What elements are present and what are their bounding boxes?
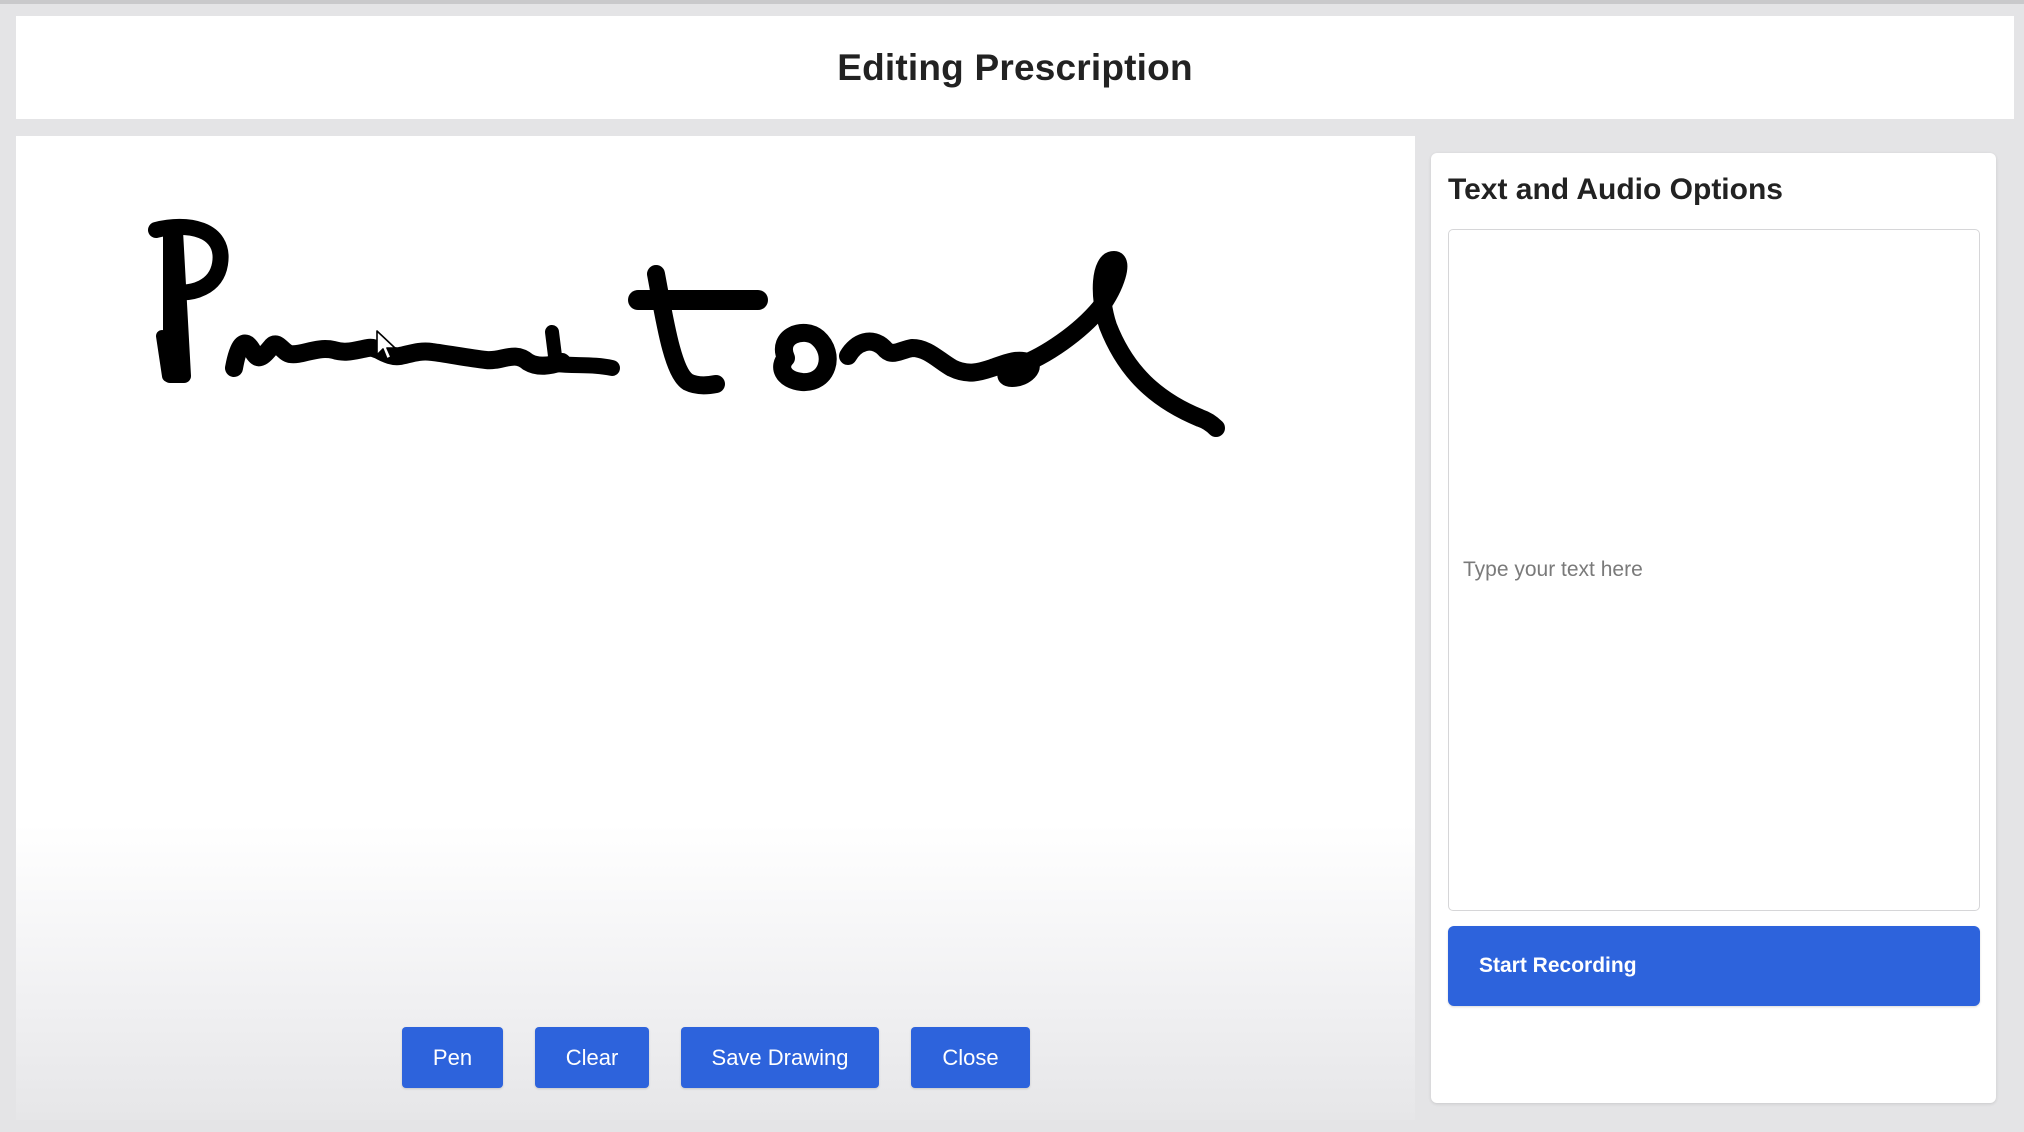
start-recording-button[interactable]: Start Recording	[1448, 926, 1980, 1006]
ink-stroke	[839, 251, 1225, 437]
ink-stroke	[548, 356, 620, 376]
ink-stroke	[225, 334, 571, 377]
drawing-canvas[interactable]: Pen Clear Save Drawing Close	[16, 136, 1415, 1120]
text-input[interactable]	[1448, 229, 1980, 911]
mouse-pointer-icon	[376, 330, 396, 360]
save-drawing-button[interactable]: Save Drawing	[681, 1027, 879, 1088]
drawing-toolbar: Pen Clear Save Drawing Close	[402, 1027, 1030, 1088]
handwritten-drawing	[148, 218, 1225, 437]
pen-button[interactable]: Pen	[402, 1027, 503, 1088]
page-title: Editing Prescription	[837, 46, 1193, 88]
window-top-edge	[0, 0, 2024, 4]
panel-title: Text and Audio Options	[1448, 173, 1783, 206]
clear-button[interactable]: Clear	[535, 1027, 649, 1088]
ink-stroke	[156, 330, 174, 382]
text-audio-panel: Text and Audio Options Type your text he…	[1431, 153, 1996, 1103]
ink-stroke	[163, 224, 191, 383]
ink-stroke	[773, 323, 837, 391]
close-button[interactable]: Close	[911, 1027, 1030, 1088]
page-header: Editing Prescription	[16, 16, 2014, 119]
